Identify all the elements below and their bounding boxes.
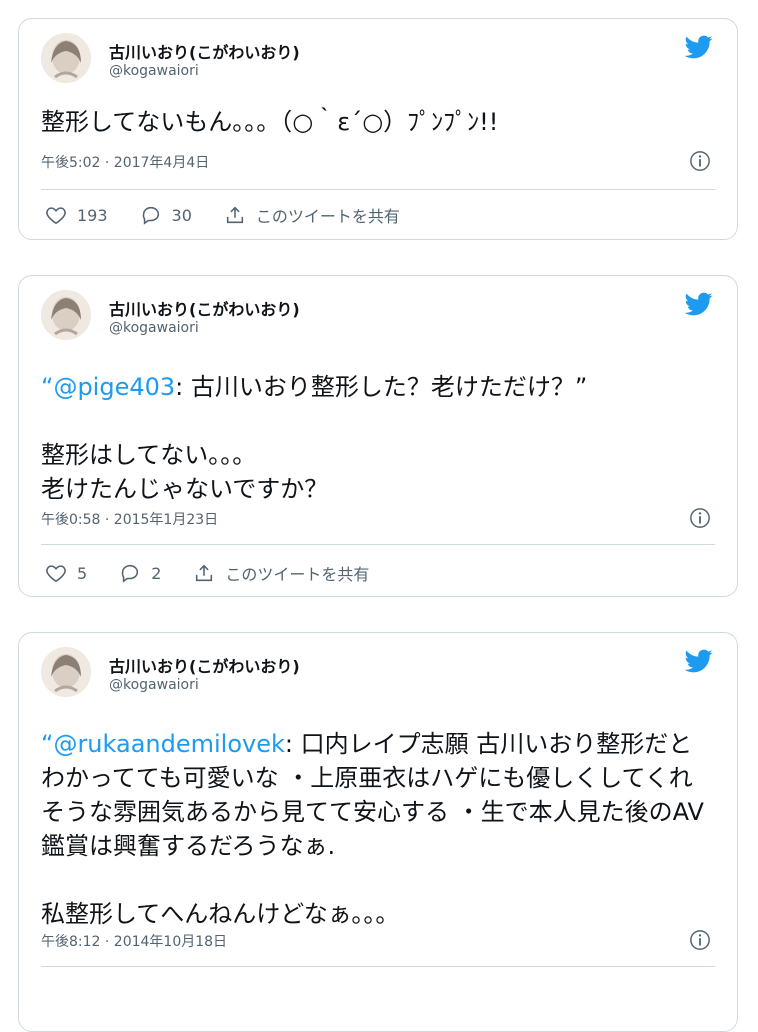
info-icon[interactable] <box>689 150 711 172</box>
share-icon <box>226 206 244 224</box>
tweet-card[interactable]: 古川いおり(こがわいおり) @kogawaiori “@rukaandemilo… <box>18 632 738 1032</box>
mention-link[interactable]: @rukaandemilovek <box>53 730 284 758</box>
display-name[interactable]: 古川いおり(こがわいおり) <box>109 296 300 320</box>
like-count: 193 <box>77 205 108 225</box>
share-label: このツイートを共有 <box>255 207 400 226</box>
like-button[interactable]: 5 <box>45 562 87 584</box>
like-count: 5 <box>77 563 88 583</box>
reply-icon <box>142 206 159 225</box>
timestamp[interactable]: 午後0:58 · 2015年1月23日 <box>41 509 218 529</box>
user-handle[interactable]: @kogawaiori <box>109 63 199 79</box>
avatar[interactable] <box>41 33 91 83</box>
share-button[interactable]: このツイートを共有 <box>224 203 400 227</box>
heart-icon <box>46 207 66 225</box>
reply-button[interactable]: 30 <box>140 204 192 226</box>
display-name[interactable]: 古川いおり(こがわいおり) <box>109 653 300 677</box>
share-button[interactable]: このツイートを共有 <box>193 561 369 585</box>
timestamp[interactable]: 午後5:02 · 2017年4月4日 <box>41 152 209 172</box>
reply-count: 2 <box>151 563 162 583</box>
like-button[interactable]: 193 <box>45 204 108 226</box>
tweet-actions: 5 2 このツイートを共有 <box>45 561 401 585</box>
divider <box>41 544 715 545</box>
avatar[interactable] <box>41 647 91 697</box>
reply-icon <box>121 564 139 583</box>
user-handle[interactable]: @kogawaiori <box>109 677 199 693</box>
tweet-text: “@rukaandemilovek: 口内レイプ志願 古川いおり整形だとわかって… <box>41 730 704 928</box>
tweet-card[interactable]: 古川いおり(こがわいおり) @kogawaiori 整形してないもん。。。（○｀… <box>18 18 738 240</box>
share-icon <box>196 564 213 582</box>
timestamp[interactable]: 午後8:12 · 2014年10月18日 <box>41 931 227 951</box>
info-icon[interactable] <box>689 507 711 529</box>
twitter-bird-icon[interactable] <box>683 33 715 61</box>
twitter-bird-icon[interactable] <box>683 647 715 675</box>
display-name[interactable]: 古川いおり(こがわいおり) <box>109 39 300 63</box>
avatar[interactable] <box>41 290 91 340</box>
tweet-text: 整形してないもん。。。（○｀ε´○）ﾌﾟﾝﾌﾟﾝ!! <box>41 108 499 136</box>
divider <box>41 189 715 190</box>
reply-count: 30 <box>171 205 192 225</box>
quote-mark: “ <box>41 730 54 758</box>
divider <box>41 966 715 967</box>
reply-button[interactable]: 2 <box>119 562 161 584</box>
heart-icon <box>46 565 66 583</box>
info-icon[interactable] <box>689 929 711 951</box>
quote-mark: “ <box>41 373 54 401</box>
tweet-text: “@pige403: 古川いおり整形した？老けただけ？” 整形はしてない。。。 … <box>41 373 588 503</box>
tweet-card[interactable]: 古川いおり(こがわいおり) @kogawaiori “@pige403: 古川い… <box>18 275 738 597</box>
twitter-bird-icon[interactable] <box>683 290 715 318</box>
share-label: このツイートを共有 <box>225 565 370 584</box>
tweet-actions: 193 30 このツイートを共有 <box>45 203 432 227</box>
mention-link[interactable]: @pige403 <box>53 373 175 401</box>
user-handle[interactable]: @kogawaiori <box>109 320 199 336</box>
